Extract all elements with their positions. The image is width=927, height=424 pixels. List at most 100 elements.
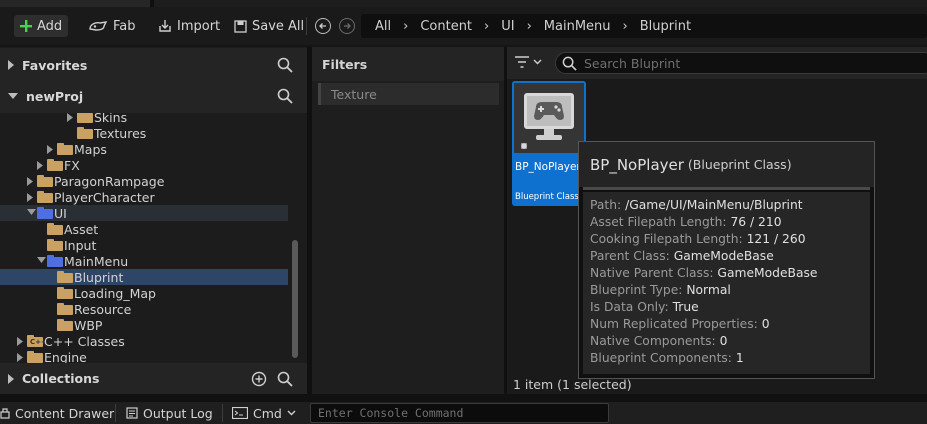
tree-item-label: Asset (64, 221, 99, 237)
cmd-label: Cmd (253, 405, 282, 421)
tooltip-value: 76 / 210 (730, 215, 782, 229)
tree-scrollbar[interactable] (292, 240, 298, 358)
folder-icon (47, 223, 63, 235)
content-drawer-button[interactable]: Content Drawer (0, 405, 114, 421)
tree-item-label: Bluprint (74, 269, 124, 285)
tooltip-divider (583, 187, 870, 190)
tree-item-label: Input (64, 237, 97, 253)
status-bar-divider (115, 404, 116, 422)
tree-item-mainmenu[interactable]: MainMenu (0, 253, 288, 269)
tree-item-fx[interactable]: FX (0, 157, 288, 173)
import-button[interactable]: Import (158, 15, 220, 37)
chevron-right-icon[interactable]: › (395, 19, 416, 34)
cmd-dropdown[interactable]: Cmd (232, 405, 296, 421)
tooltip-key: Blueprint Type: (590, 283, 683, 297)
tree-item-resource[interactable]: Resource (0, 301, 288, 317)
save-all-button[interactable]: Save All (234, 15, 304, 37)
folder-icon (57, 143, 73, 155)
caret-right-icon[interactable] (27, 193, 33, 202)
tree-item-ui[interactable]: UI (0, 205, 288, 221)
caret-down-icon[interactable] (37, 257, 46, 263)
status-bar: Content Drawer Output Log Cmd Enter Cons… (0, 402, 927, 424)
back-button[interactable] (315, 18, 331, 34)
forward-button[interactable] (339, 18, 355, 34)
add-circle-icon[interactable] (251, 371, 267, 387)
breadcrumb-item-bluprint[interactable]: Bluprint (636, 19, 695, 34)
tooltip-key: Cooking Filepath Length: (590, 232, 743, 246)
tree-item-label: Loading_Map (74, 285, 156, 301)
arrow-left-icon (319, 23, 326, 29)
tree-item-loading-map[interactable]: Loading_Map (0, 285, 288, 301)
chevron-right-icon[interactable]: › (519, 19, 540, 34)
caret-right-icon (8, 60, 14, 70)
asset-count-status: 1 item (1 selected) (513, 377, 632, 392)
output-log-button[interactable]: Output Log (126, 405, 213, 421)
caret-down-icon (8, 93, 18, 99)
search-placeholder: Search Bluprint (584, 55, 681, 71)
favorites-header[interactable]: Favorites (0, 48, 307, 82)
collections-header[interactable]: Collections (0, 363, 307, 394)
search-icon[interactable] (277, 88, 293, 104)
tab-fragment[interactable] (0, 0, 150, 7)
caret-down-icon[interactable] (27, 209, 36, 215)
fab-button[interactable]: Fab (88, 15, 136, 37)
search-icon[interactable] (277, 57, 293, 73)
tree-item-input[interactable]: Input (0, 237, 288, 253)
status-bar-divider (222, 404, 223, 422)
caret-right-icon[interactable] (47, 145, 53, 154)
tree-item-label: UI (54, 205, 67, 221)
import-icon (158, 19, 172, 33)
tree-item-engine[interactable]: Engine (0, 349, 288, 363)
tree-item-maps[interactable]: Maps (0, 141, 288, 157)
content-browser-toolbar: Add Fab Import Save All All › Content › … (0, 7, 927, 45)
asset-tile[interactable]: BP_NoPlayer Blueprint Class (512, 81, 586, 206)
panel-splitter (0, 394, 927, 402)
asset-filter-bar: Search Bluprint (507, 47, 927, 79)
caret-right-icon[interactable] (17, 353, 23, 362)
collections-label: Collections (22, 371, 100, 386)
filter-dropdown-button[interactable] (514, 55, 542, 69)
breadcrumb-item-all[interactable]: All (371, 19, 395, 34)
search-icon[interactable] (277, 371, 293, 387)
chevron-right-icon[interactable]: › (615, 19, 636, 34)
tree-item-textures[interactable]: Textures (0, 125, 288, 141)
filter-chip-texture[interactable]: Texture (318, 83, 499, 105)
breadcrumb-item-mainmenu[interactable]: MainMenu (540, 19, 615, 34)
folder-icon (57, 287, 73, 299)
asset-thumbnail (512, 81, 586, 155)
save-icon (234, 19, 247, 33)
tree-item-skins[interactable]: Skins (0, 113, 288, 125)
tree-item-label: Maps (74, 141, 107, 157)
caret-right-icon[interactable] (17, 337, 23, 346)
tree-item-bluprint[interactable]: Bluprint (0, 269, 288, 285)
tooltip-row: Blueprint Type: Normal (590, 282, 870, 299)
folder-tree: Skins Textures Maps FX ParagonRampage PlayerC… (0, 113, 290, 363)
tree-item-wbp[interactable]: WBP (0, 317, 288, 333)
favorites-label: Favorites (22, 57, 88, 73)
tooltip-key: Is Data Only: (590, 300, 669, 314)
search-input[interactable]: Search Bluprint (555, 52, 927, 74)
console-input[interactable]: Enter Console Command (310, 403, 609, 423)
tooltip-value: 0 (719, 334, 728, 348)
tooltip-row: Path: /Game/UI/MainMenu/Bluprint (590, 197, 870, 214)
breadcrumb-item-ui[interactable]: UI (497, 19, 518, 34)
tree-item-asset[interactable]: Asset (0, 221, 288, 237)
breadcrumb-item-content[interactable]: Content (416, 19, 476, 34)
project-header[interactable]: newProj (0, 79, 307, 113)
tooltip-key: Native Components: (590, 334, 716, 348)
caret-right-icon[interactable] (37, 161, 43, 170)
add-button-label: Add (37, 18, 63, 34)
tooltip-value: GameModeBase (717, 266, 818, 280)
caret-right-icon[interactable] (27, 177, 33, 186)
caret-right-icon[interactable] (67, 113, 73, 122)
folder-icon (77, 127, 93, 139)
tree-item-c-classes[interactable]: C++ C++ Classes (0, 333, 288, 349)
tree-item-playercharacter[interactable]: PlayerCharacter (0, 189, 288, 205)
tooltip-row: Is Data Only: True (590, 299, 870, 316)
chevron-right-icon[interactable]: › (476, 19, 497, 34)
tooltip-key: Num Replicated Properties: (590, 317, 758, 331)
tooltip-row: Parent Class: GameModeBase (590, 248, 870, 265)
add-button[interactable]: Add (14, 15, 68, 37)
tooltip-row: Num Replicated Properties: 0 (590, 316, 870, 333)
tree-item-paragonrampage[interactable]: ParagonRampage (0, 173, 288, 189)
